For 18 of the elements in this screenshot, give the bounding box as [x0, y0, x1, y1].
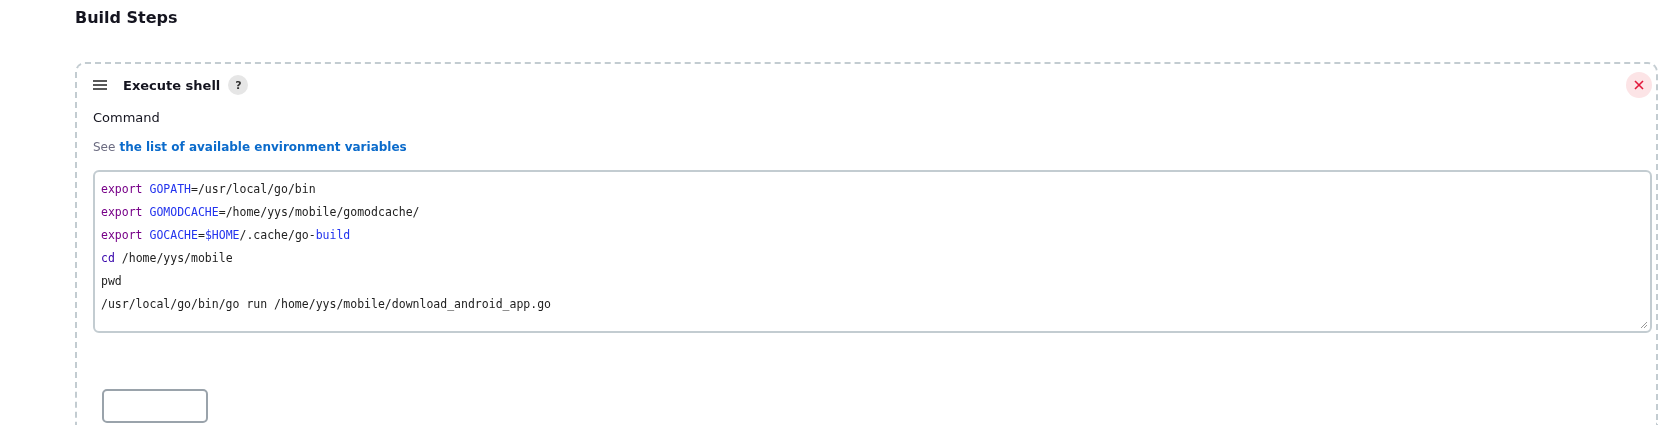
- help-button[interactable]: ?: [228, 75, 249, 95]
- field-label: Command: [93, 110, 161, 126]
- code-line: export GOMODCACHE=/home/yys/mobile/gomodcache/: [101, 204, 421, 221]
- close-icon: [1634, 80, 1644, 90]
- environment-variables-link[interactable]: the list of available environment variables: [119, 139, 407, 155]
- resize-grip-icon[interactable]: [1640, 321, 1648, 329]
- step-title: Execute shell: [123, 77, 221, 93]
- code-line: export GOCACHE=$HOME/.cache/go-build: [101, 227, 352, 244]
- advanced-button[interactable]: [102, 389, 208, 423]
- drag-handle-icon[interactable]: [93, 80, 107, 90]
- code-line: /usr/local/go/bin/go run /home/yys/mobile/download_android_app.go: [101, 296, 553, 313]
- code-line: cd /home/yys/mobile: [101, 250, 234, 267]
- code-line: pwd: [101, 273, 123, 290]
- command-field[interactable]: [93, 170, 1652, 333]
- section-title: Build Steps: [75, 8, 179, 28]
- close-button[interactable]: [1626, 72, 1652, 98]
- hint-text: See: [93, 139, 116, 155]
- code-line: export GOPATH=/usr/local/go/bin: [101, 181, 317, 198]
